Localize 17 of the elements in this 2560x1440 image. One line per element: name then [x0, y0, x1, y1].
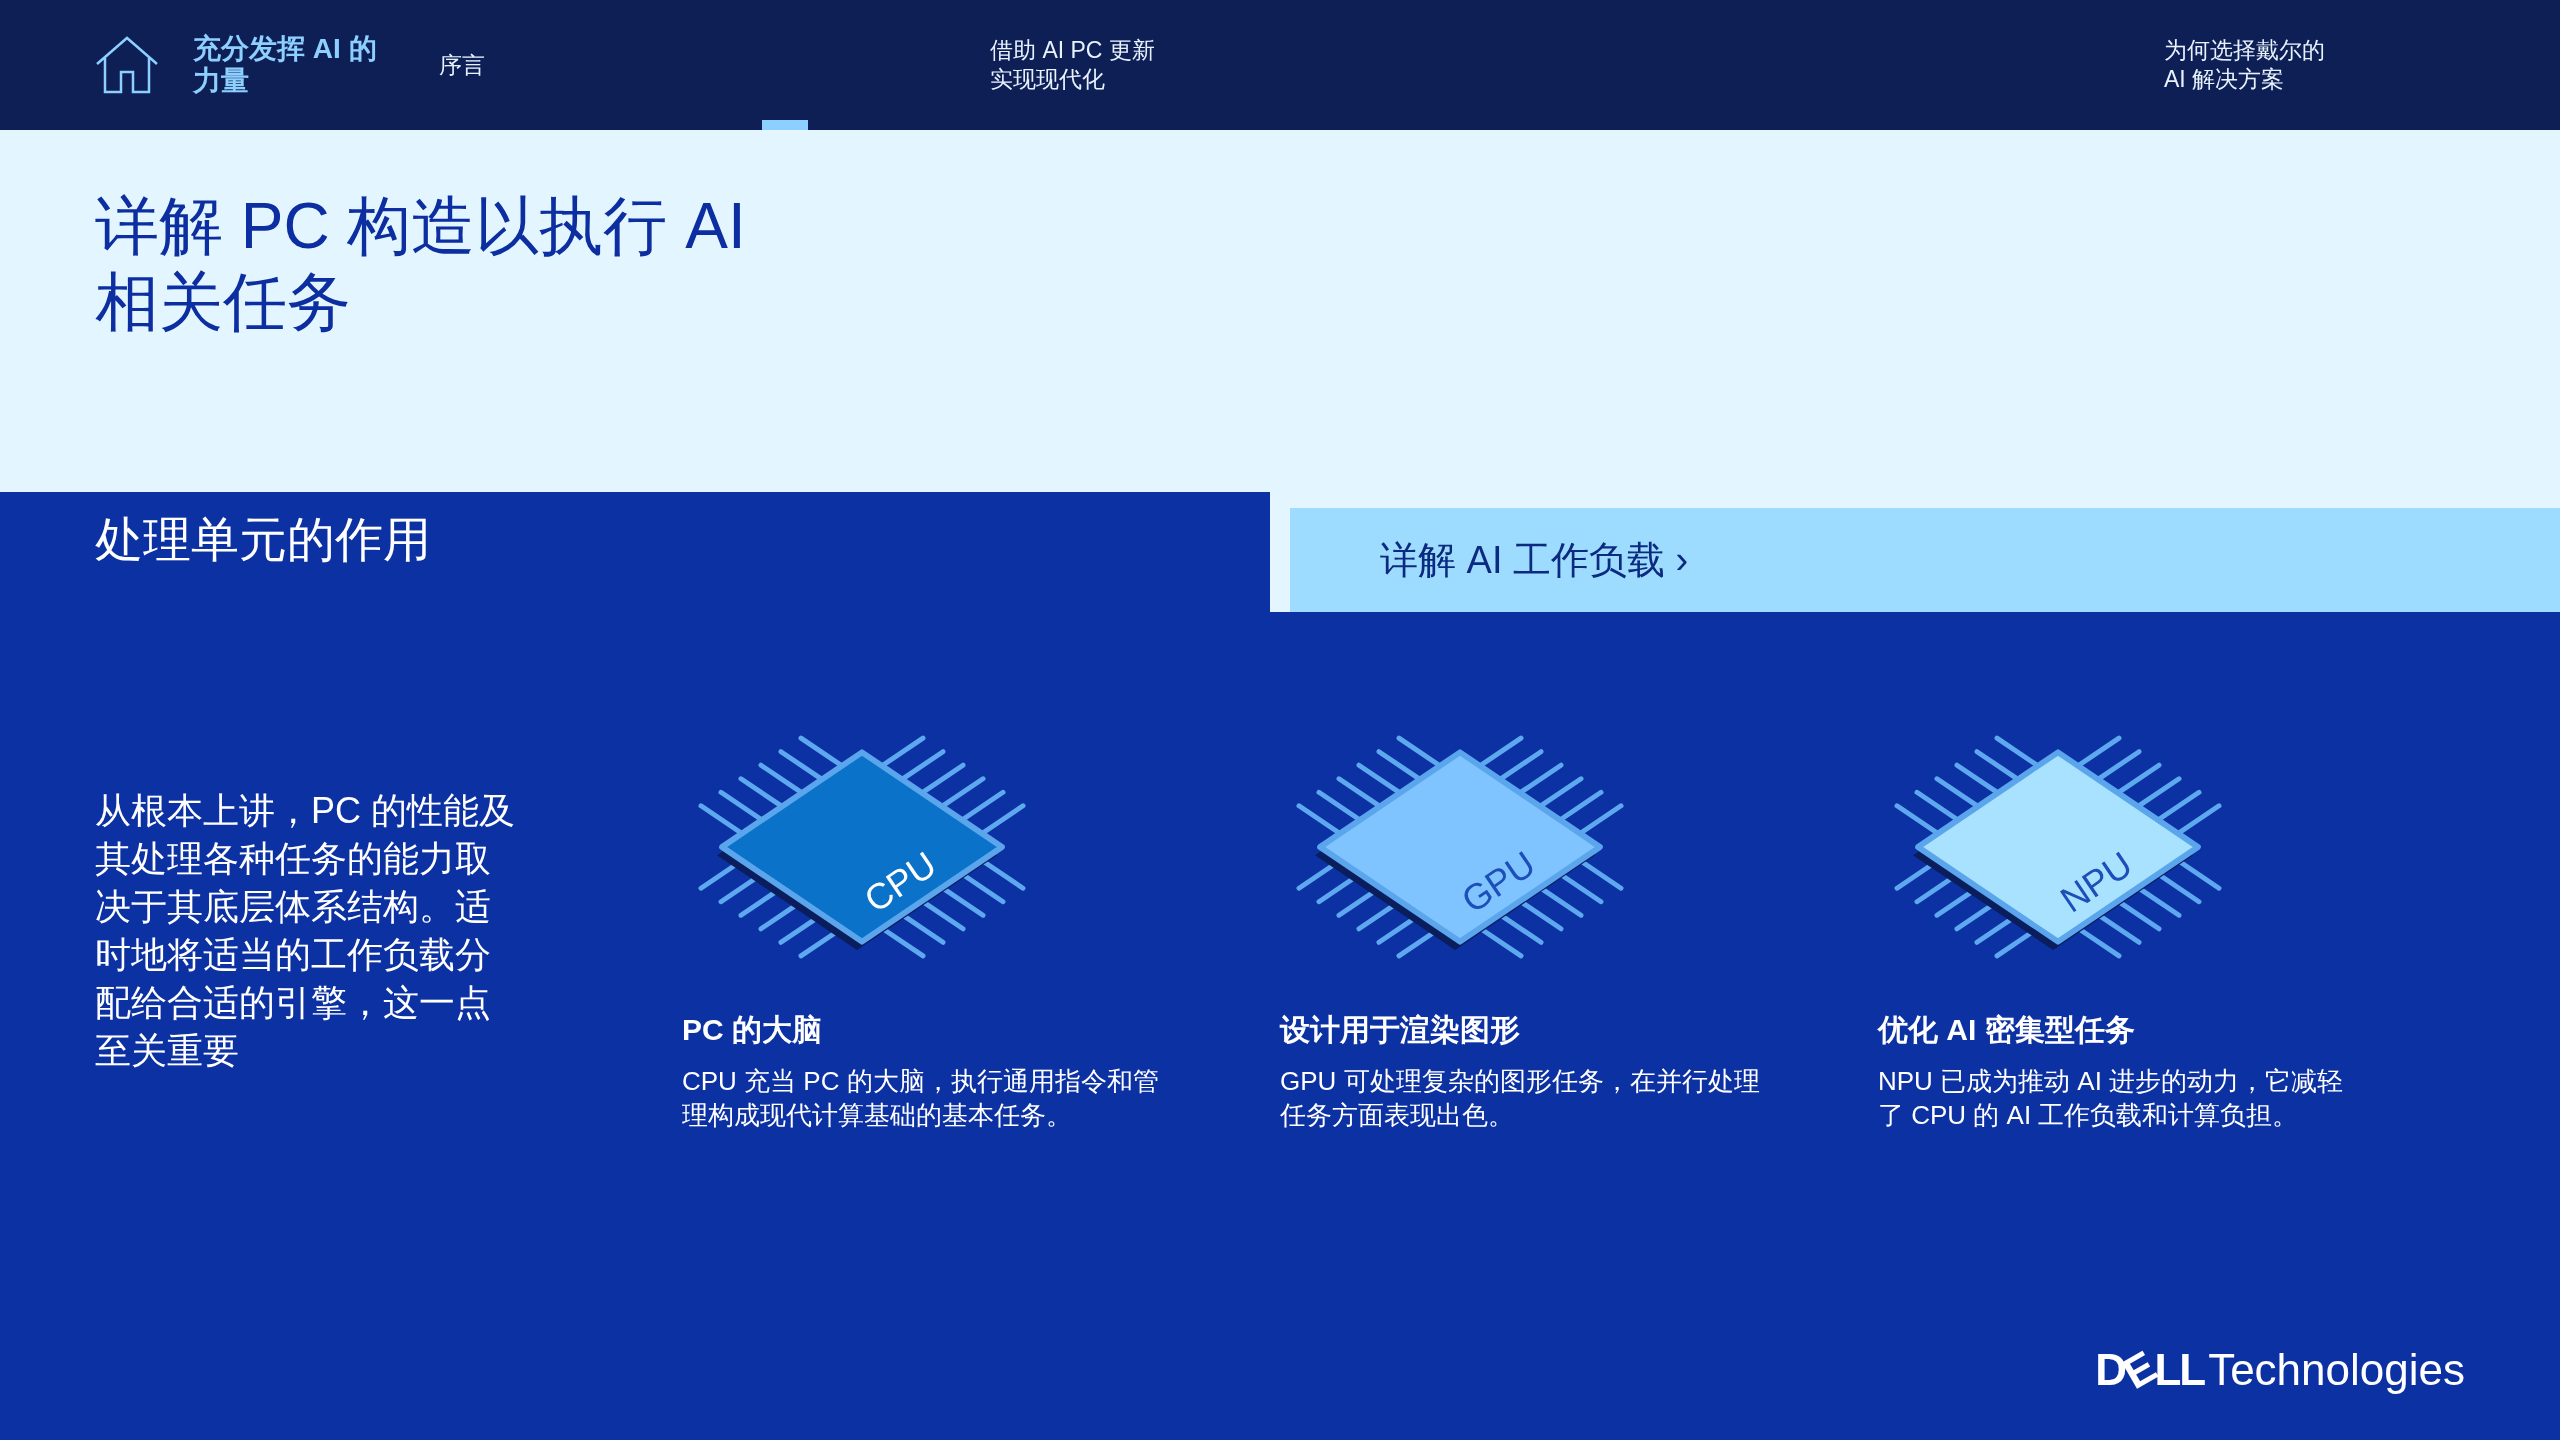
nav-link[interactable]: 借助 AI PC 更新 实现现代化 [990, 36, 1155, 94]
page-title: 详解 PC 构造以执行 AI 相关任务 [95, 189, 747, 340]
intro-paragraph: 从根本上讲，PC 的性能及其处理各种任务的能力取决于其底层体系结构。适时地将适当的工作负载分配给合适的引擎，这一点至关重要 [95, 789, 516, 1073]
home-icon[interactable] [95, 36, 159, 94]
card-description: GPU 可处理复杂的图形任务，在并行处理任务方面表现出色。 [1280, 1065, 1760, 1132]
dell-technologies-logo: DELLTechnologies [2095, 1345, 2465, 1395]
card-title: PC 的大脑 [682, 1012, 823, 1048]
nav-title[interactable]: 充分发挥 AI 的 力量 [193, 33, 413, 97]
workload-link[interactable]: 详解 AI 工作负载 › [1290, 508, 2560, 612]
nav-link[interactable]: 为何选择戴尔的 AI 解决方案 [2164, 36, 2325, 94]
section-heading: 处理单元的作用 [95, 512, 432, 568]
card-title: 设计用于渲染图形 [1280, 1012, 1521, 1048]
card-title: 优化 AI 密集型任务 [1878, 1012, 2136, 1048]
nav-link[interactable]: 序言 [439, 50, 485, 80]
progress-marker [762, 120, 808, 130]
card-description: CPU 充当 PC 的大脑，执行通用指令和管理构成现代计算基础的基本任务。 [682, 1065, 1160, 1132]
card-description: NPU 已成为推动 AI 进步的动力，它减轻了 CPU 的 AI 工作负载和计算负担。 [1878, 1065, 2345, 1132]
